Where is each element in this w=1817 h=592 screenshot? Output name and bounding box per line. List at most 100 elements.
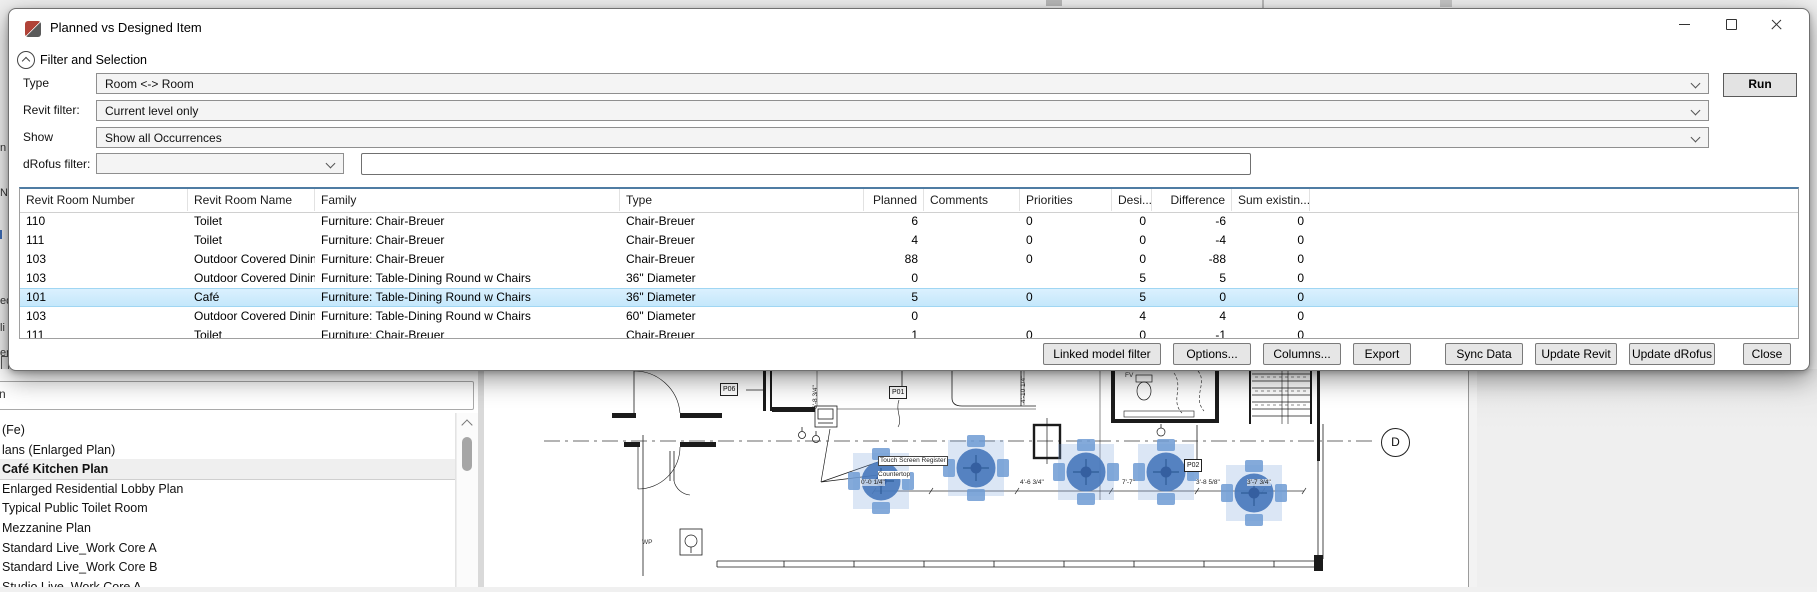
cell: 0 <box>1152 288 1232 307</box>
column-header-8[interactable]: Difference <box>1152 189 1232 211</box>
cell: 0 <box>1232 250 1310 269</box>
browser-search-input[interactable]: n <box>0 381 474 410</box>
cell <box>924 212 1020 231</box>
column-header-0[interactable]: Revit Room Number <box>20 189 188 211</box>
column-header-6[interactable]: Priorities <box>1020 189 1112 211</box>
revit-filter-dropdown[interactable]: Current level only <box>96 100 1709 121</box>
close-dialog-button[interactable]: Close <box>1743 343 1791 365</box>
floor-plan-drawing <box>484 369 1468 587</box>
maximize-button[interactable] <box>1718 15 1744 33</box>
cell: 4 <box>1152 307 1232 326</box>
cell: 0 <box>1232 288 1310 307</box>
table-cluster <box>1221 460 1287 526</box>
cell: 0 <box>1232 231 1310 250</box>
scrollbar-thumb[interactable] <box>462 437 472 471</box>
cell <box>924 307 1020 326</box>
column-header-5[interactable]: Comments <box>924 189 1020 211</box>
cell: 0 <box>1020 250 1112 269</box>
cell: 0 <box>1112 212 1152 231</box>
table-row[interactable]: 111ToiletFurniture: Chair-BreuerChair-Br… <box>20 231 1798 250</box>
ribbon-fragment <box>1046 0 1062 6</box>
chevron-down-icon <box>1691 79 1701 89</box>
show-dropdown[interactable]: Show all Occurrences <box>96 127 1709 148</box>
cell: 1 <box>864 326 924 339</box>
cell: 88 <box>864 250 924 269</box>
sync-data-button[interactable]: Sync Data <box>1445 343 1523 365</box>
cell: Café <box>188 288 315 307</box>
sidebar-scrollbar[interactable] <box>456 413 478 587</box>
cell: Outdoor Covered Dining <box>188 250 315 269</box>
cell: Outdoor Covered Dining <box>188 269 315 288</box>
minimize-button[interactable] <box>1672 15 1698 33</box>
update-drofus-button[interactable]: Update dRofus <box>1629 343 1715 365</box>
table-row[interactable]: 101CaféFurniture: Table-Dining Round w C… <box>20 288 1798 307</box>
drofus-filter-label: dRofus filter: <box>23 157 90 171</box>
sidebar-item-5[interactable]: Mezzanine Plan <box>0 518 456 538</box>
close-button[interactable] <box>1764 15 1790 33</box>
column-header-3[interactable]: Type <box>620 189 864 211</box>
export-button[interactable]: Export <box>1353 343 1411 365</box>
cell: Furniture: Chair-Breuer <box>315 250 620 269</box>
options-button[interactable]: Options... <box>1173 343 1251 365</box>
cell: Furniture: Table-Dining Round w Chairs <box>315 307 620 326</box>
revit-screen: nNedliere n (Fe)lans (Enlarged Plan)Café… <box>0 0 1817 587</box>
floor-plan-view[interactable]: P06P01P02Touch Screen RegisterCountertop… <box>484 369 1468 587</box>
drofus-logo-icon <box>25 21 41 37</box>
cell <box>924 288 1020 307</box>
cell: Outdoor Covered Dining <box>188 307 315 326</box>
cell: Furniture: Table-Dining Round w Chairs <box>315 269 620 288</box>
sidebar-item-8[interactable]: Studio Live_Work Core A <box>0 577 456 587</box>
column-header-7[interactable]: Desi... <box>1112 189 1152 211</box>
drofus-filter-dropdown[interactable] <box>96 153 344 174</box>
column-header-9[interactable]: Sum existin... <box>1232 189 1310 211</box>
revit-filter-label: Revit filter: <box>23 103 80 117</box>
columns-button[interactable]: Columns... <box>1263 343 1341 365</box>
table-row[interactable]: 110ToiletFurniture: Chair-BreuerChair-Br… <box>20 212 1798 231</box>
type-label: Type <box>23 76 49 90</box>
cell: 0 <box>1112 231 1152 250</box>
table-row[interactable]: 103Outdoor Covered DiningFurniture: Chai… <box>20 250 1798 269</box>
sidebar-item-7[interactable]: Standard Live_Work Core B <box>0 557 456 577</box>
cell <box>924 326 1020 339</box>
linked-model-filter-button[interactable]: Linked model filter <box>1043 343 1161 365</box>
update-revit-button[interactable]: Update Revit <box>1535 343 1617 365</box>
cell: Toilet <box>188 231 315 250</box>
cell: 60" Diameter <box>620 307 864 326</box>
column-header-4[interactable]: Planned <box>864 189 924 211</box>
sidebar-item-3[interactable]: Enlarged Residential Lobby Plan <box>0 479 456 499</box>
collapse-section-button[interactable] <box>17 51 35 69</box>
type-value: Room <-> Room <box>105 77 194 91</box>
sidebar-item-2[interactable]: Café Kitchen Plan <box>0 459 456 480</box>
scroll-up-icon[interactable] <box>461 419 472 430</box>
sidebar-item-6[interactable]: Standard Live_Work Core A <box>0 538 456 558</box>
background-text-fragment: li <box>0 322 8 334</box>
sidebar-item-4[interactable]: Typical Public Toilet Room <box>0 498 456 518</box>
cell: Furniture: Chair-Breuer <box>315 212 620 231</box>
cell <box>924 250 1020 269</box>
background-text-fragment: n <box>0 142 8 154</box>
cell: Toilet <box>188 326 315 339</box>
column-header-1[interactable]: Revit Room Name <box>188 189 315 211</box>
cell: 0 <box>1112 250 1152 269</box>
table-row[interactable]: 103Outdoor Covered DiningFurniture: Tabl… <box>20 307 1798 326</box>
column-header-2[interactable]: Family <box>315 189 620 211</box>
cell: 0 <box>1112 326 1152 339</box>
cell: 5 <box>864 288 924 307</box>
run-button[interactable]: Run <box>1723 73 1797 97</box>
cell: 4 <box>864 231 924 250</box>
sidebar-item-0[interactable]: (Fe) <box>0 420 456 440</box>
table-row[interactable]: 111ToiletFurniture: Chair-BreuerChair-Br… <box>20 326 1798 339</box>
drofus-filter-input[interactable] <box>361 153 1251 175</box>
view-list: (Fe)lans (Enlarged Plan)Café Kitchen Pla… <box>0 413 456 587</box>
cell: 103 <box>20 250 188 269</box>
cell <box>924 231 1020 250</box>
type-dropdown[interactable]: Room <-> Room <box>96 73 1709 94</box>
sidebar-item-1[interactable]: lans (Enlarged Plan) <box>0 440 456 460</box>
cell: -6 <box>1152 212 1232 231</box>
cell: Furniture: Chair-Breuer <box>315 231 620 250</box>
cell: -4 <box>1152 231 1232 250</box>
cell: Chair-Breuer <box>620 212 864 231</box>
table-cluster <box>1053 439 1119 505</box>
table-row[interactable]: 103Outdoor Covered DiningFurniture: Tabl… <box>20 269 1798 288</box>
cell: Chair-Breuer <box>620 250 864 269</box>
